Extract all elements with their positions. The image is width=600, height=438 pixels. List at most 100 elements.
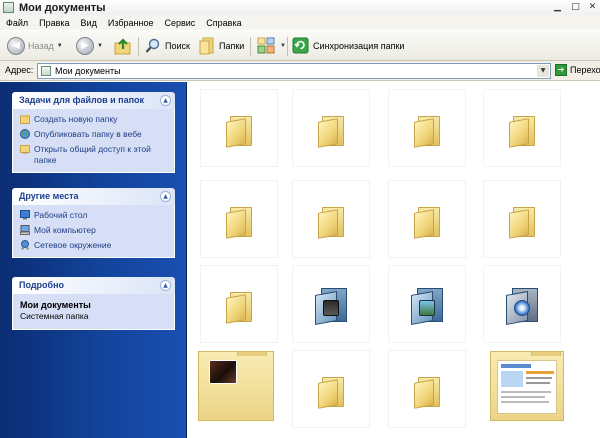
forward-arrow-icon: ▶ <box>76 37 94 55</box>
address-label: Адрес: <box>5 65 34 75</box>
folder-icon <box>318 207 346 239</box>
details-panel-body: Мои документы Системная папка <box>12 294 175 330</box>
new-folder-icon <box>20 114 30 124</box>
folder-item[interactable] <box>483 265 561 343</box>
title-bar: Мои документы ▁ □ ✕ <box>0 0 600 15</box>
my-computer-icon <box>20 225 30 235</box>
folder-icon <box>509 116 537 148</box>
search-label: Поиск <box>165 41 190 51</box>
back-arrow-icon: ◀ <box>7 37 25 55</box>
views-dropdown-icon[interactable]: ▼ <box>280 43 286 49</box>
folder-icon <box>509 207 537 239</box>
details-type: Системная папка <box>20 311 89 321</box>
places-panel: Другие места ▲ Рабочий стол Мой компьюте… <box>12 188 175 258</box>
desktop-icon <box>20 210 30 220</box>
collapse-chevron-icon[interactable]: ▲ <box>160 191 171 202</box>
folder-item[interactable] <box>490 351 564 421</box>
folder-item[interactable] <box>483 180 561 258</box>
folder-item[interactable] <box>198 351 274 421</box>
task-label: Создать новую папку <box>34 114 118 124</box>
folder-item[interactable] <box>483 89 561 167</box>
task-pane: Задачи для файлов и папок ▲ Создать нову… <box>0 82 187 438</box>
toolbar: ◀ Назад ▼ ▶ ▼ Поиск Папки ▼ Синхронизаци… <box>0 30 600 61</box>
folders-label: Папки <box>219 41 245 51</box>
folder-icon <box>414 377 442 409</box>
views-button[interactable]: ▼ <box>257 37 286 55</box>
tasks-panel: Задачи для файлов и папок ▲ Создать нову… <box>12 92 175 173</box>
place-label: Мой компьютер <box>34 225 96 235</box>
folder-icon <box>226 292 254 324</box>
up-button[interactable] <box>113 37 133 56</box>
place-label: Рабочий стол <box>34 210 88 220</box>
folder-item[interactable] <box>200 180 278 258</box>
folder-item[interactable] <box>388 350 466 428</box>
task-new-folder[interactable]: Создать новую папку <box>20 114 168 125</box>
folder-item[interactable] <box>388 89 466 167</box>
tasks-panel-body: Создать новую папку Опубликовать папку в… <box>12 109 175 173</box>
folder-icon <box>318 377 346 409</box>
folder-up-icon <box>114 38 131 55</box>
address-field[interactable]: Мои документы ▼ <box>37 63 551 79</box>
folder-item[interactable] <box>200 89 278 167</box>
sync-button[interactable]: Синхронизация папки <box>292 37 404 54</box>
pictures-folder-icon <box>411 288 445 325</box>
folders-button[interactable]: Папки <box>199 37 244 55</box>
menu-file[interactable]: Файл <box>6 18 28 28</box>
back-button[interactable]: ◀ Назад ▼ <box>7 37 63 55</box>
folder-icon <box>414 116 442 148</box>
place-my-computer[interactable]: Мой компьютер <box>20 225 168 236</box>
task-share-folder[interactable]: Открыть общий доступ к этой папке <box>20 144 168 166</box>
folder-item[interactable] <box>388 265 466 343</box>
collapse-chevron-icon[interactable]: ▲ <box>160 95 171 106</box>
network-icon <box>21 240 29 250</box>
sync-label: Синхронизация папки <box>313 40 405 51</box>
menu-favorites[interactable]: Избранное <box>108 18 154 28</box>
address-folder-icon <box>41 66 51 76</box>
search-icon <box>145 38 160 53</box>
folder-icon <box>226 207 254 239</box>
places-panel-title: Другие места <box>19 191 79 201</box>
details-panel-title: Подробно <box>19 280 65 290</box>
folder-item[interactable] <box>200 265 278 343</box>
go-label: Перехо <box>570 65 600 75</box>
forward-dropdown-icon[interactable]: ▼ <box>97 43 103 49</box>
tasks-panel-header[interactable]: Задачи для файлов и папок ▲ <box>12 92 175 109</box>
places-panel-header[interactable]: Другие места ▲ <box>12 188 175 205</box>
folder-window-icon <box>3 2 14 13</box>
folder-icon <box>318 116 346 148</box>
menu-bar: Файл Правка Вид Избранное Сервис Справка <box>0 15 600 30</box>
details-panel: Подробно ▲ Мои документы Системная папка <box>12 277 175 330</box>
folder-view <box>188 82 600 438</box>
close-icon[interactable]: ✕ <box>585 1 600 13</box>
collapse-chevron-icon[interactable]: ▲ <box>160 280 171 291</box>
place-network[interactable]: Сетевое окружение <box>20 240 168 251</box>
details-name: Мои документы <box>20 300 91 310</box>
back-dropdown-icon[interactable]: ▼ <box>57 43 63 49</box>
minimize-icon[interactable]: ▁ <box>550 1 565 13</box>
menu-edit[interactable]: Правка <box>39 18 69 28</box>
folder-item[interactable] <box>292 180 370 258</box>
music-folder-icon <box>506 288 540 325</box>
details-panel-header[interactable]: Подробно ▲ <box>12 277 175 294</box>
folder-item[interactable] <box>292 265 370 343</box>
place-desktop[interactable]: Рабочий стол <box>20 210 168 221</box>
go-button[interactable]: ➔ Перехо <box>555 64 600 76</box>
place-label: Сетевое окружение <box>34 240 112 250</box>
task-publish-web[interactable]: Опубликовать папку в вебе <box>20 129 168 140</box>
folder-item[interactable] <box>388 180 466 258</box>
menu-tools[interactable]: Сервис <box>164 18 195 28</box>
maximize-icon[interactable]: □ <box>568 1 583 13</box>
folder-item[interactable] <box>292 350 370 428</box>
folder-icon <box>414 207 442 239</box>
address-bar: Адрес: Мои документы ▼ ➔ Перехо <box>0 61 600 81</box>
address-value: Мои документы <box>55 66 121 76</box>
address-dropdown-icon[interactable]: ▼ <box>537 65 549 77</box>
forward-button[interactable]: ▶ ▼ <box>76 37 103 55</box>
menu-help[interactable]: Справка <box>206 18 241 28</box>
video-folder-icon <box>315 288 349 325</box>
back-label: Назад <box>28 41 54 51</box>
folder-item[interactable] <box>292 89 370 167</box>
sync-icon <box>292 37 309 54</box>
menu-view[interactable]: Вид <box>81 18 97 28</box>
search-button[interactable]: Поиск <box>145 38 190 54</box>
